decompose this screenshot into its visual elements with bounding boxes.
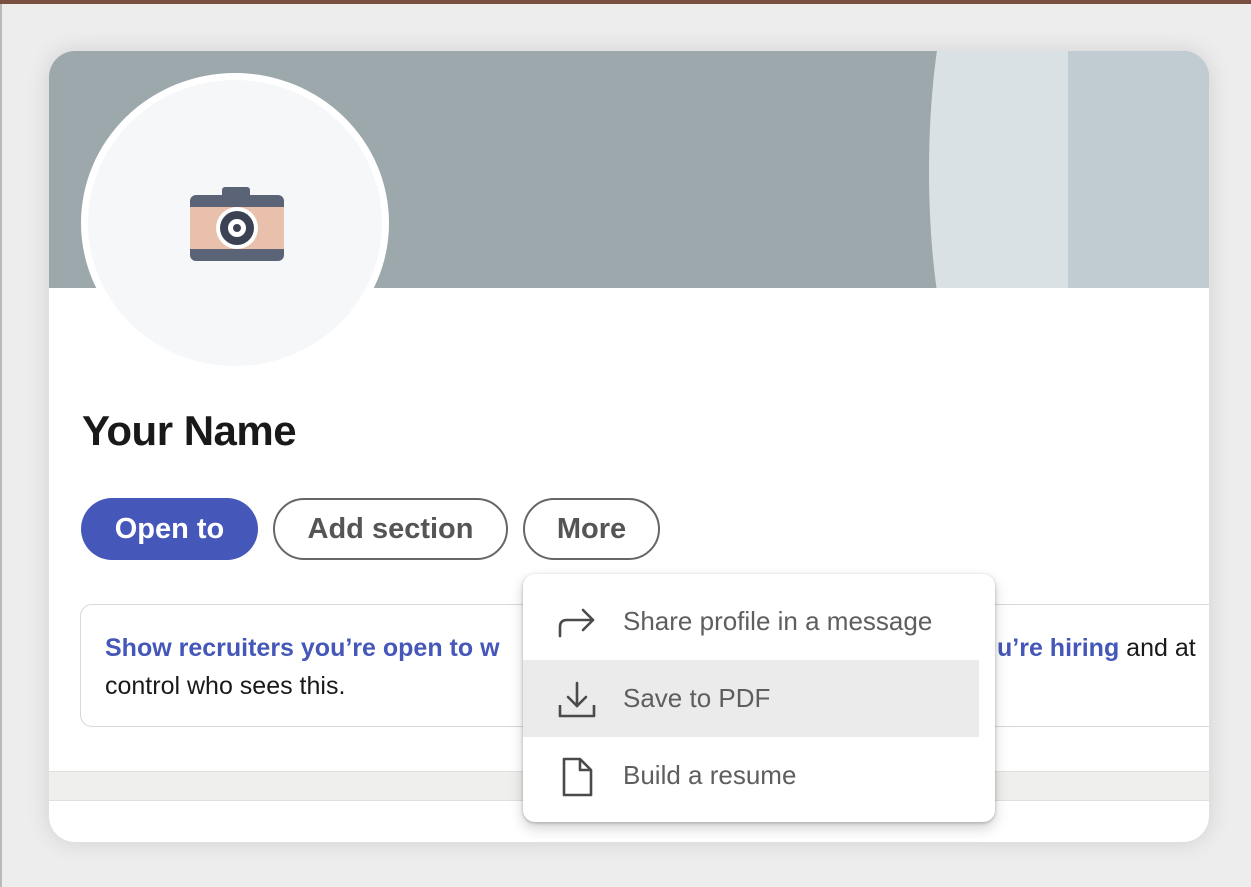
menu-item-label: Share profile in a message [623,606,933,636]
window-top-strip [0,0,1251,4]
banner-band-right [1068,51,1209,288]
document-icon [562,757,593,797]
more-dropdown-menu: Share profile in a message Save to PDF B… [523,574,995,822]
download-icon [558,681,596,718]
more-button[interactable]: More [523,498,660,560]
notice-line-2: control who sees this. [105,672,346,700]
notice-line-right: u’re hiring and at [997,634,1196,663]
banner-band [999,51,1069,288]
profile-photo-placeholder[interactable] [81,73,389,373]
menu-item-label: Build a resume [623,760,797,790]
notice-text-end: and at [1119,634,1196,662]
show-recruiters-link[interactable]: Show recruiters you’re open to w [105,634,500,663]
add-section-button[interactable]: Add section [273,498,508,560]
window-left-edge [0,4,2,887]
share-arrow-icon [558,608,595,638]
hiring-link[interactable]: u’re hiring [997,634,1119,662]
menu-item-save-to-pdf[interactable]: Save to PDF [523,660,979,737]
camera-icon [189,187,284,261]
menu-item-build-resume[interactable]: Build a resume [523,737,979,814]
profile-name: Your Name [82,407,297,454]
open-to-button[interactable]: Open to [81,498,258,560]
menu-item-share-profile[interactable]: Share profile in a message [523,583,979,660]
menu-item-label: Save to PDF [623,683,771,713]
